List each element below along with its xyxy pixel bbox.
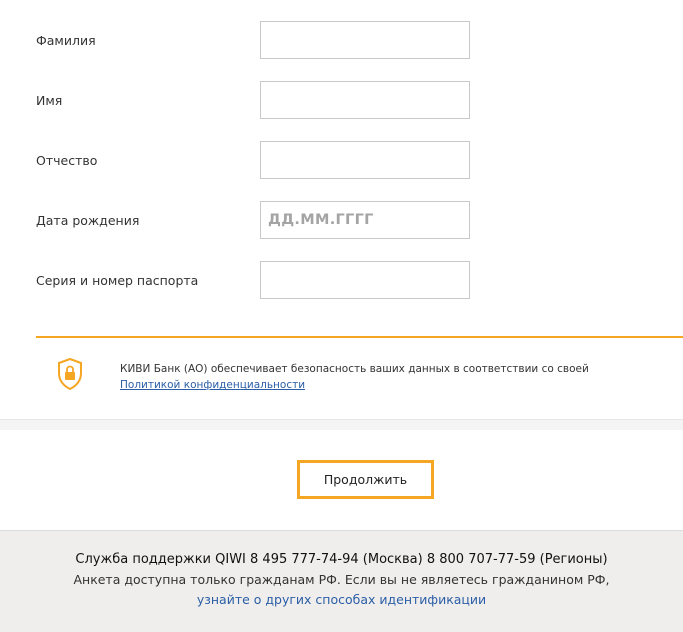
birth-date-label: Дата рождения xyxy=(36,213,140,228)
birth-date-row: Дата рождения xyxy=(0,201,683,241)
passport-field[interactable] xyxy=(260,261,470,299)
first-name-label: Имя xyxy=(36,93,63,108)
security-notice: КИВИ Банк (АО) обеспечивает безопасность… xyxy=(0,352,683,402)
security-text: КИВИ Банк (АО) обеспечивает безопасность… xyxy=(120,363,589,375)
other-identification-link[interactable]: узнайте о других способах идентификации xyxy=(0,592,683,607)
footer: Служба поддержки QIWI 8 495 777-74-94 (М… xyxy=(0,530,683,632)
passport-row: Серия и номер паспорта xyxy=(0,261,683,301)
birth-date-field[interactable] xyxy=(260,201,470,239)
continue-button[interactable]: Продолжить xyxy=(297,460,434,499)
accent-divider xyxy=(36,336,683,338)
last-name-field[interactable] xyxy=(260,21,470,59)
identification-form: Фамилия Имя Отчество Дата рождения Серия… xyxy=(0,0,683,420)
last-name-row: Фамилия xyxy=(0,21,683,61)
support-phones: Служба поддержки QIWI 8 495 777-74-94 (М… xyxy=(75,552,608,567)
first-name-row: Имя xyxy=(0,81,683,121)
patronymic-field[interactable] xyxy=(260,141,470,179)
privacy-policy-link[interactable]: Политикой конфиденциальности xyxy=(120,379,305,391)
passport-label: Серия и номер паспорта xyxy=(36,273,199,288)
patronymic-label: Отчество xyxy=(36,153,98,168)
actions-area: Продолжить xyxy=(0,430,683,530)
last-name-label: Фамилия xyxy=(36,33,96,48)
patronymic-row: Отчество xyxy=(0,141,683,181)
shield-lock-icon xyxy=(57,357,83,391)
citizenship-notice: Анкета доступна только гражданам РФ. Есл… xyxy=(73,572,610,587)
first-name-field[interactable] xyxy=(260,81,470,119)
